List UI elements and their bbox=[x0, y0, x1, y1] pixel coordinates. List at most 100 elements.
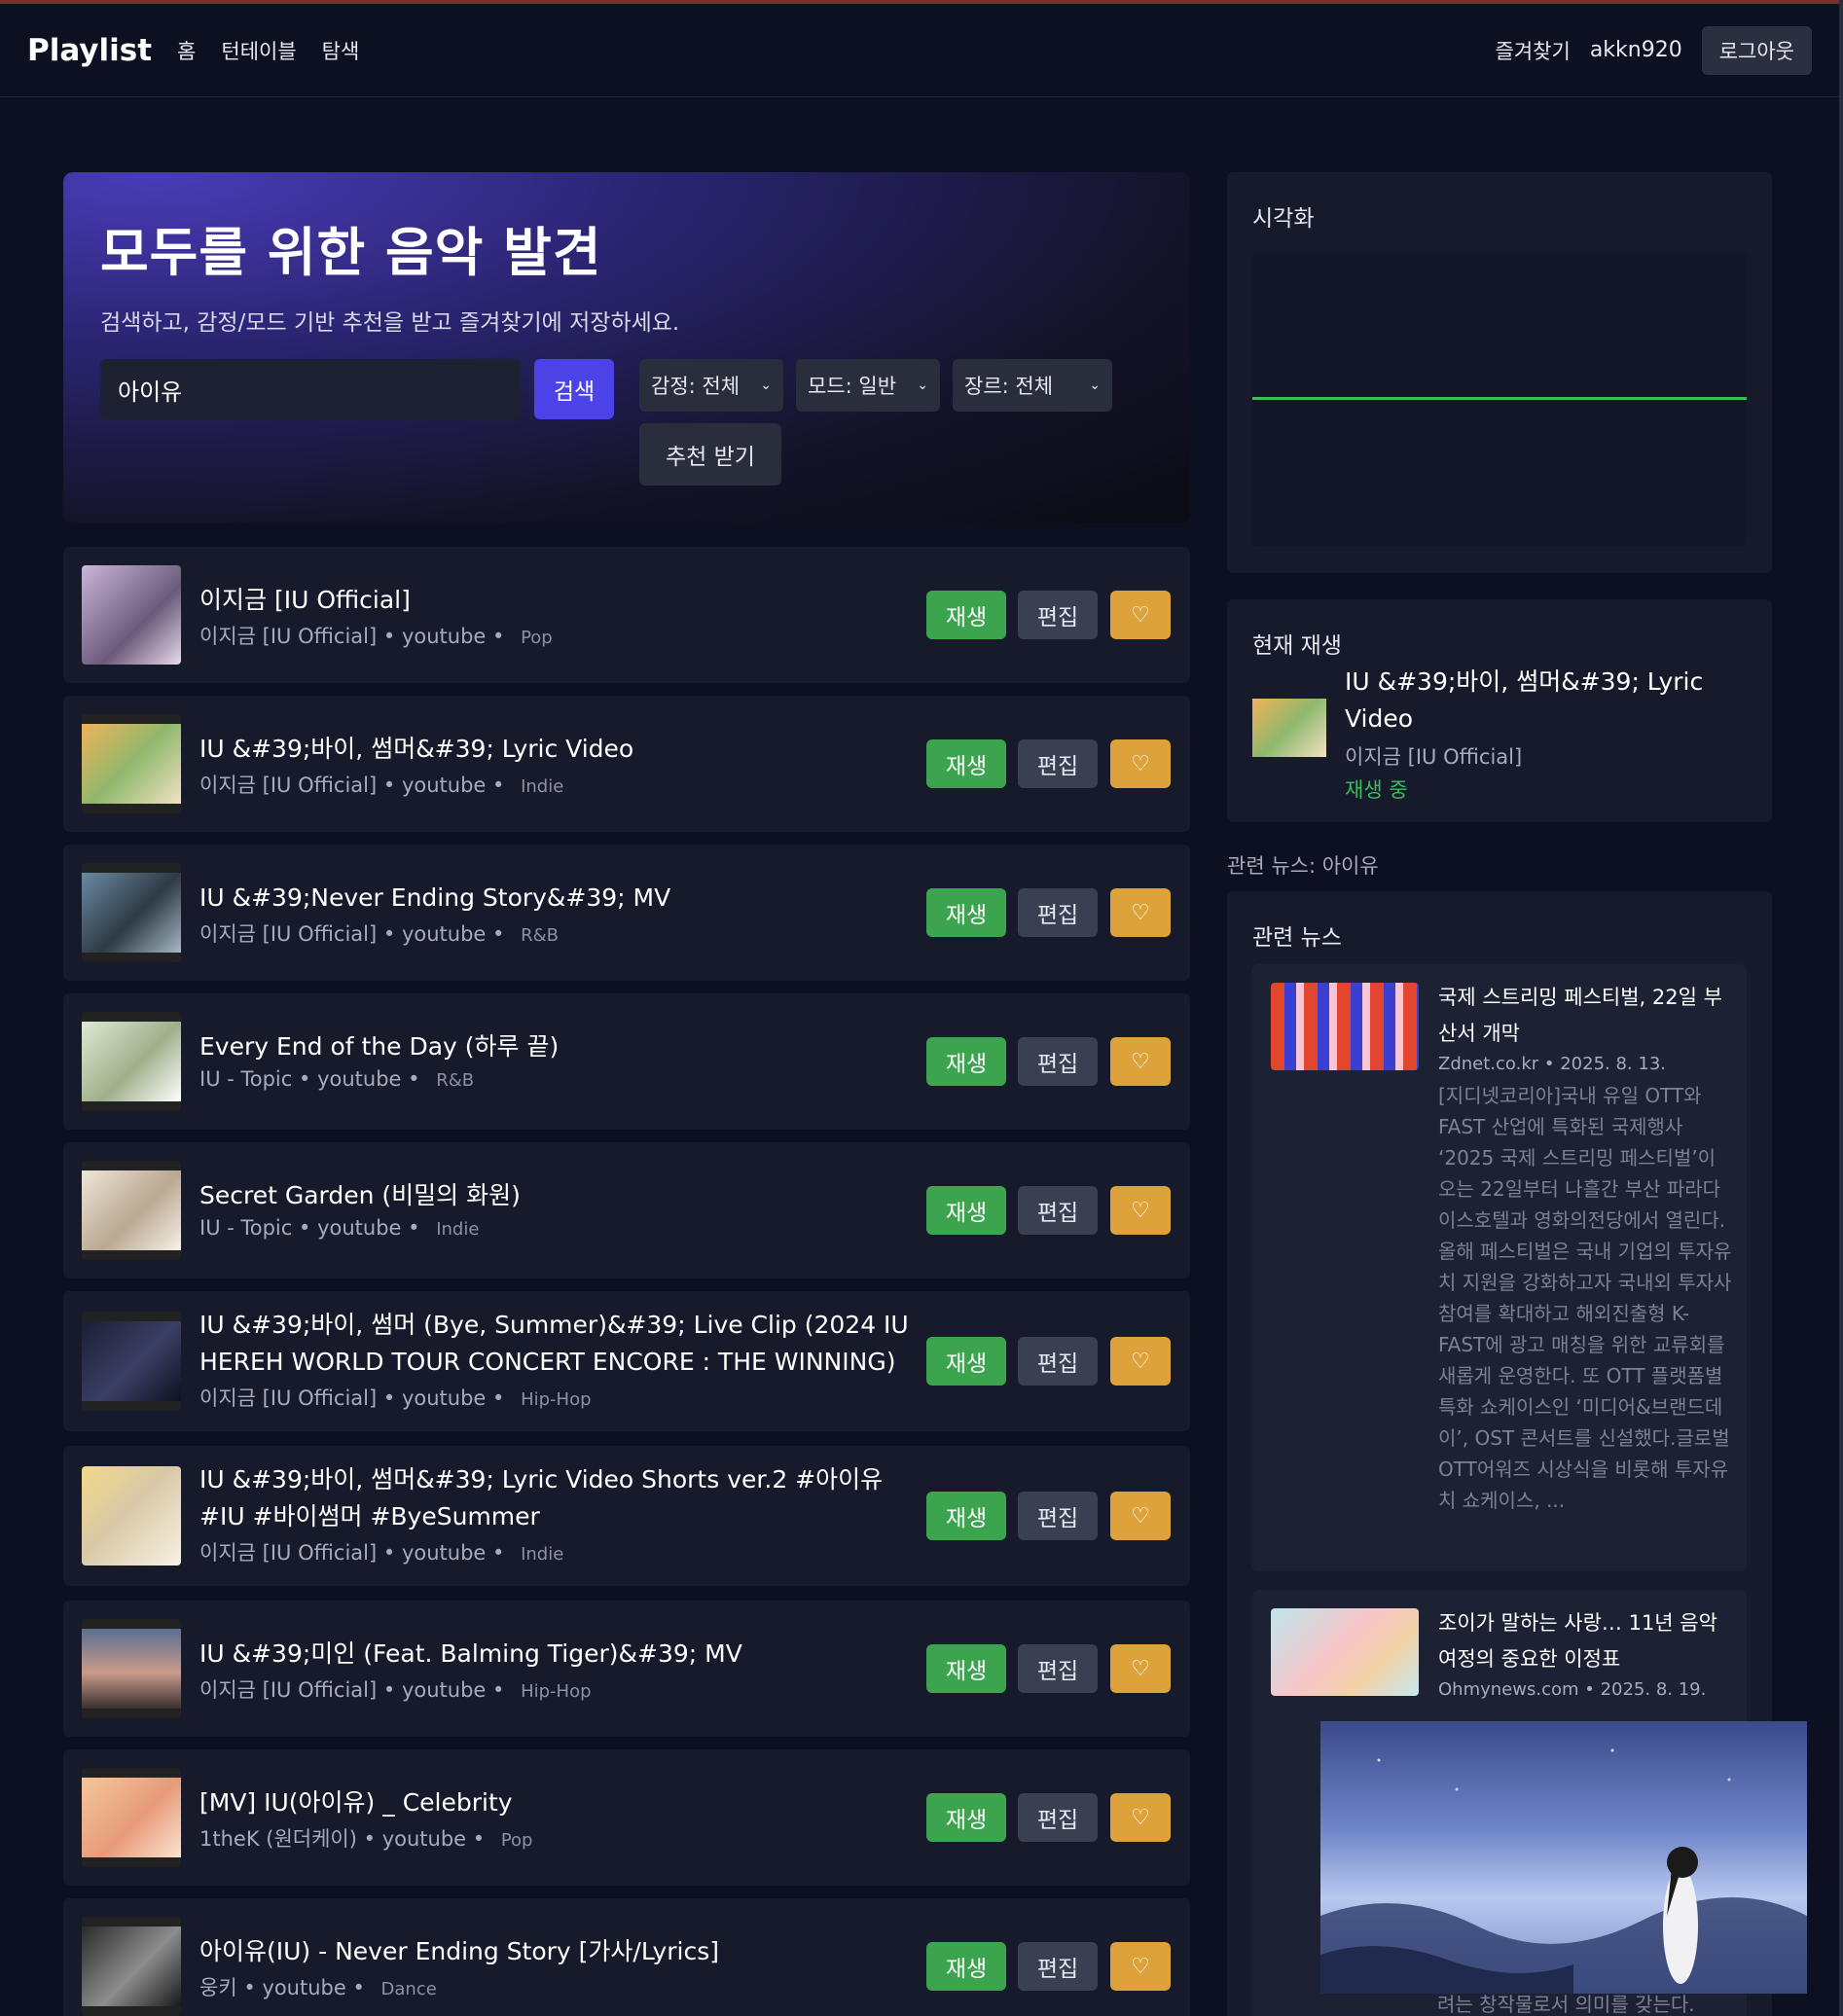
edit-button[interactable]: 편집 bbox=[1018, 739, 1098, 788]
track-title: Every End of the Day (하루 끝) bbox=[199, 1032, 560, 1061]
play-button[interactable]: 재생 bbox=[926, 1337, 1006, 1386]
visualizer-panel: 시각화 bbox=[1227, 172, 1772, 573]
track-artist: IU - Topic bbox=[199, 1067, 293, 1091]
edit-button[interactable]: 편집 bbox=[1018, 1942, 1098, 1991]
hero-title: 모두를 위한 음악 발견 bbox=[100, 222, 602, 283]
brand-logo[interactable]: Playlist bbox=[27, 33, 152, 68]
mode-select[interactable]: 모드: 일반 ⌄ bbox=[796, 359, 940, 412]
hero-search-panel: 모두를 위한 음악 발견 검색하고, 감정/모드 기반 추천을 받고 즐겨찾기에… bbox=[63, 172, 1190, 523]
now-playing-title: 현재 재생 bbox=[1252, 633, 1342, 659]
emotion-select[interactable]: 감정: 전체 ⌄ bbox=[639, 359, 783, 412]
mini-video-player[interactable] bbox=[1320, 1721, 1807, 1994]
track-genre: Indie bbox=[436, 1219, 480, 1240]
news-source: Ohmynews.com • 2025. 8. 19. bbox=[1438, 1679, 1707, 1700]
visualizer-title: 시각화 bbox=[1252, 206, 1315, 232]
track-artist: 이지금 [IU Official] bbox=[199, 1541, 378, 1565]
track-thumbnail[interactable] bbox=[82, 1312, 181, 1411]
track-thumbnail[interactable] bbox=[82, 1161, 181, 1260]
track-genre: Hip-Hop bbox=[521, 1681, 592, 1702]
track-row: IU &#39;바이, 썸머&#39; Lyric Video Shorts v… bbox=[63, 1446, 1190, 1586]
favorite-heart-icon[interactable]: ♡ bbox=[1110, 1492, 1171, 1540]
track-source: youtube bbox=[401, 922, 487, 946]
genre-select[interactable]: 장르: 전체 ⌄ bbox=[953, 359, 1112, 412]
track-source: youtube bbox=[317, 1216, 402, 1240]
track-genre: Indie bbox=[521, 776, 564, 797]
track-title: IU &#39;바이, 썸머&#39; Lyric Video Shorts v… bbox=[199, 1465, 884, 1530]
track-row: IU &#39;바이, 썸머 (Bye, Summer)&#39; Live C… bbox=[63, 1291, 1190, 1431]
nav-home-link[interactable]: 홈 bbox=[177, 36, 196, 65]
track-thumbnail[interactable] bbox=[82, 1917, 181, 2016]
edit-button[interactable]: 편집 bbox=[1018, 1492, 1098, 1540]
edit-button[interactable]: 편집 bbox=[1018, 591, 1098, 639]
news-card[interactable]: 국제 스트리밍 페스티벌, 22일 부산서 개막 Zdnet.co.kr • 2… bbox=[1252, 964, 1747, 1571]
track-title: 이지금 [IU Official] bbox=[199, 586, 411, 614]
play-button[interactable]: 재생 bbox=[926, 1793, 1006, 1842]
top-navbar: Playlist 홈 턴테이블 탐색 즐겨찾기 akkn920 로그아웃 bbox=[0, 4, 1839, 97]
chevron-down-icon: ⌄ bbox=[1089, 378, 1101, 393]
favorite-heart-icon[interactable]: ♡ bbox=[1110, 1186, 1171, 1235]
track-thumbnail[interactable] bbox=[82, 1619, 181, 1718]
edit-button[interactable]: 편집 bbox=[1018, 888, 1098, 937]
track-source: youtube bbox=[401, 1386, 487, 1410]
track-meta: 이지금 [IU Official] • youtube • Indie bbox=[199, 774, 564, 797]
edit-button[interactable]: 편집 bbox=[1018, 1793, 1098, 1842]
play-button[interactable]: 재생 bbox=[926, 1037, 1006, 1086]
edit-button[interactable]: 편집 bbox=[1018, 1037, 1098, 1086]
track-row: 아이유(IU) - Never Ending Story [가사/Lyrics]… bbox=[63, 1898, 1190, 2016]
track-genre: Indie bbox=[521, 1544, 564, 1565]
track-row: Every End of the Day (하루 끝) IU - Topic •… bbox=[63, 993, 1190, 1130]
favorite-heart-icon[interactable]: ♡ bbox=[1110, 739, 1171, 788]
news-thumbnail bbox=[1271, 983, 1419, 1070]
track-thumbnail[interactable] bbox=[82, 863, 181, 962]
track-thumbnail[interactable] bbox=[82, 714, 181, 813]
track-thumbnail[interactable] bbox=[82, 1466, 181, 1566]
edit-button[interactable]: 편집 bbox=[1018, 1186, 1098, 1235]
play-button[interactable]: 재생 bbox=[926, 1942, 1006, 1991]
track-row: IU &#39;바이, 썸머&#39; Lyric Video 이지금 [IU … bbox=[63, 696, 1190, 832]
mode-select-value: 모드: 일반 bbox=[808, 375, 897, 398]
track-title: IU &#39;미인 (Feat. Balming Tiger)&#39; MV bbox=[199, 1639, 742, 1668]
track-title: 아이유(IU) - Never Ending Story [가사/Lyrics] bbox=[199, 1937, 720, 1965]
edit-button[interactable]: 편집 bbox=[1018, 1644, 1098, 1693]
edit-button[interactable]: 편집 bbox=[1018, 1337, 1098, 1386]
track-thumbnail[interactable] bbox=[82, 1012, 181, 1111]
track-info: [MV] IU(아이유) _ Celebrity 1theK (원더케이) • … bbox=[199, 1784, 920, 1853]
play-button[interactable]: 재생 bbox=[926, 739, 1006, 788]
track-source: youtube bbox=[401, 1541, 487, 1565]
favorite-heart-icon[interactable]: ♡ bbox=[1110, 1793, 1171, 1842]
play-button[interactable]: 재생 bbox=[926, 1492, 1006, 1540]
favorite-heart-icon[interactable]: ♡ bbox=[1110, 1942, 1171, 1991]
track-meta: 이지금 [IU Official] • youtube • Pop bbox=[199, 625, 553, 648]
track-title: IU &#39;바이, 썸머 (Bye, Summer)&#39; Live C… bbox=[199, 1311, 909, 1376]
track-thumbnail[interactable] bbox=[82, 565, 181, 665]
play-button[interactable]: 재생 bbox=[926, 888, 1006, 937]
play-button[interactable]: 재생 bbox=[926, 1186, 1006, 1235]
now-playing-artist: 이지금 [IU Official] bbox=[1345, 745, 1523, 769]
search-button[interactable]: 검색 bbox=[534, 359, 614, 419]
favorite-heart-icon[interactable]: ♡ bbox=[1110, 591, 1171, 639]
track-title: [MV] IU(아이유) _ Celebrity bbox=[199, 1788, 513, 1817]
track-title: IU &#39;Never Ending Story&#39; MV bbox=[199, 883, 671, 912]
track-meta: 웅키 • youtube • Dance bbox=[199, 1976, 437, 1999]
favorite-heart-icon[interactable]: ♡ bbox=[1110, 1337, 1171, 1386]
track-source: youtube bbox=[401, 774, 487, 797]
news-title[interactable]: 조이가 말하는 사랑… 11년 음악 여정의 중요한 이정표 bbox=[1438, 1605, 1735, 1677]
chevron-down-icon: ⌄ bbox=[760, 378, 772, 393]
play-button[interactable]: 재생 bbox=[926, 591, 1006, 639]
favorite-heart-icon[interactable]: ♡ bbox=[1110, 888, 1171, 937]
play-button[interactable]: 재생 bbox=[926, 1644, 1006, 1693]
search-input[interactable]: 아이유 bbox=[100, 359, 521, 419]
emotion-select-value: 감정: 전체 bbox=[651, 375, 741, 398]
nav-explore-link[interactable]: 탐색 bbox=[322, 36, 360, 65]
track-meta: 이지금 [IU Official] • youtube • Indie bbox=[199, 1541, 564, 1565]
nav-favorites-link[interactable]: 즐겨찾기 bbox=[1496, 36, 1571, 65]
news-title[interactable]: 국제 스트리밍 페스티벌, 22일 부산서 개막 bbox=[1438, 980, 1735, 1052]
track-row: Secret Garden (비밀의 화원) IU - Topic • yout… bbox=[63, 1142, 1190, 1278]
recommend-button[interactable]: 추천 받기 bbox=[639, 423, 781, 486]
favorite-heart-icon[interactable]: ♡ bbox=[1110, 1037, 1171, 1086]
favorite-heart-icon[interactable]: ♡ bbox=[1110, 1644, 1171, 1693]
nav-turntable-link[interactable]: 턴테이블 bbox=[221, 36, 296, 65]
track-thumbnail[interactable] bbox=[82, 1768, 181, 1867]
track-source: youtube bbox=[381, 1827, 467, 1851]
logout-button[interactable]: 로그아웃 bbox=[1701, 25, 1812, 75]
